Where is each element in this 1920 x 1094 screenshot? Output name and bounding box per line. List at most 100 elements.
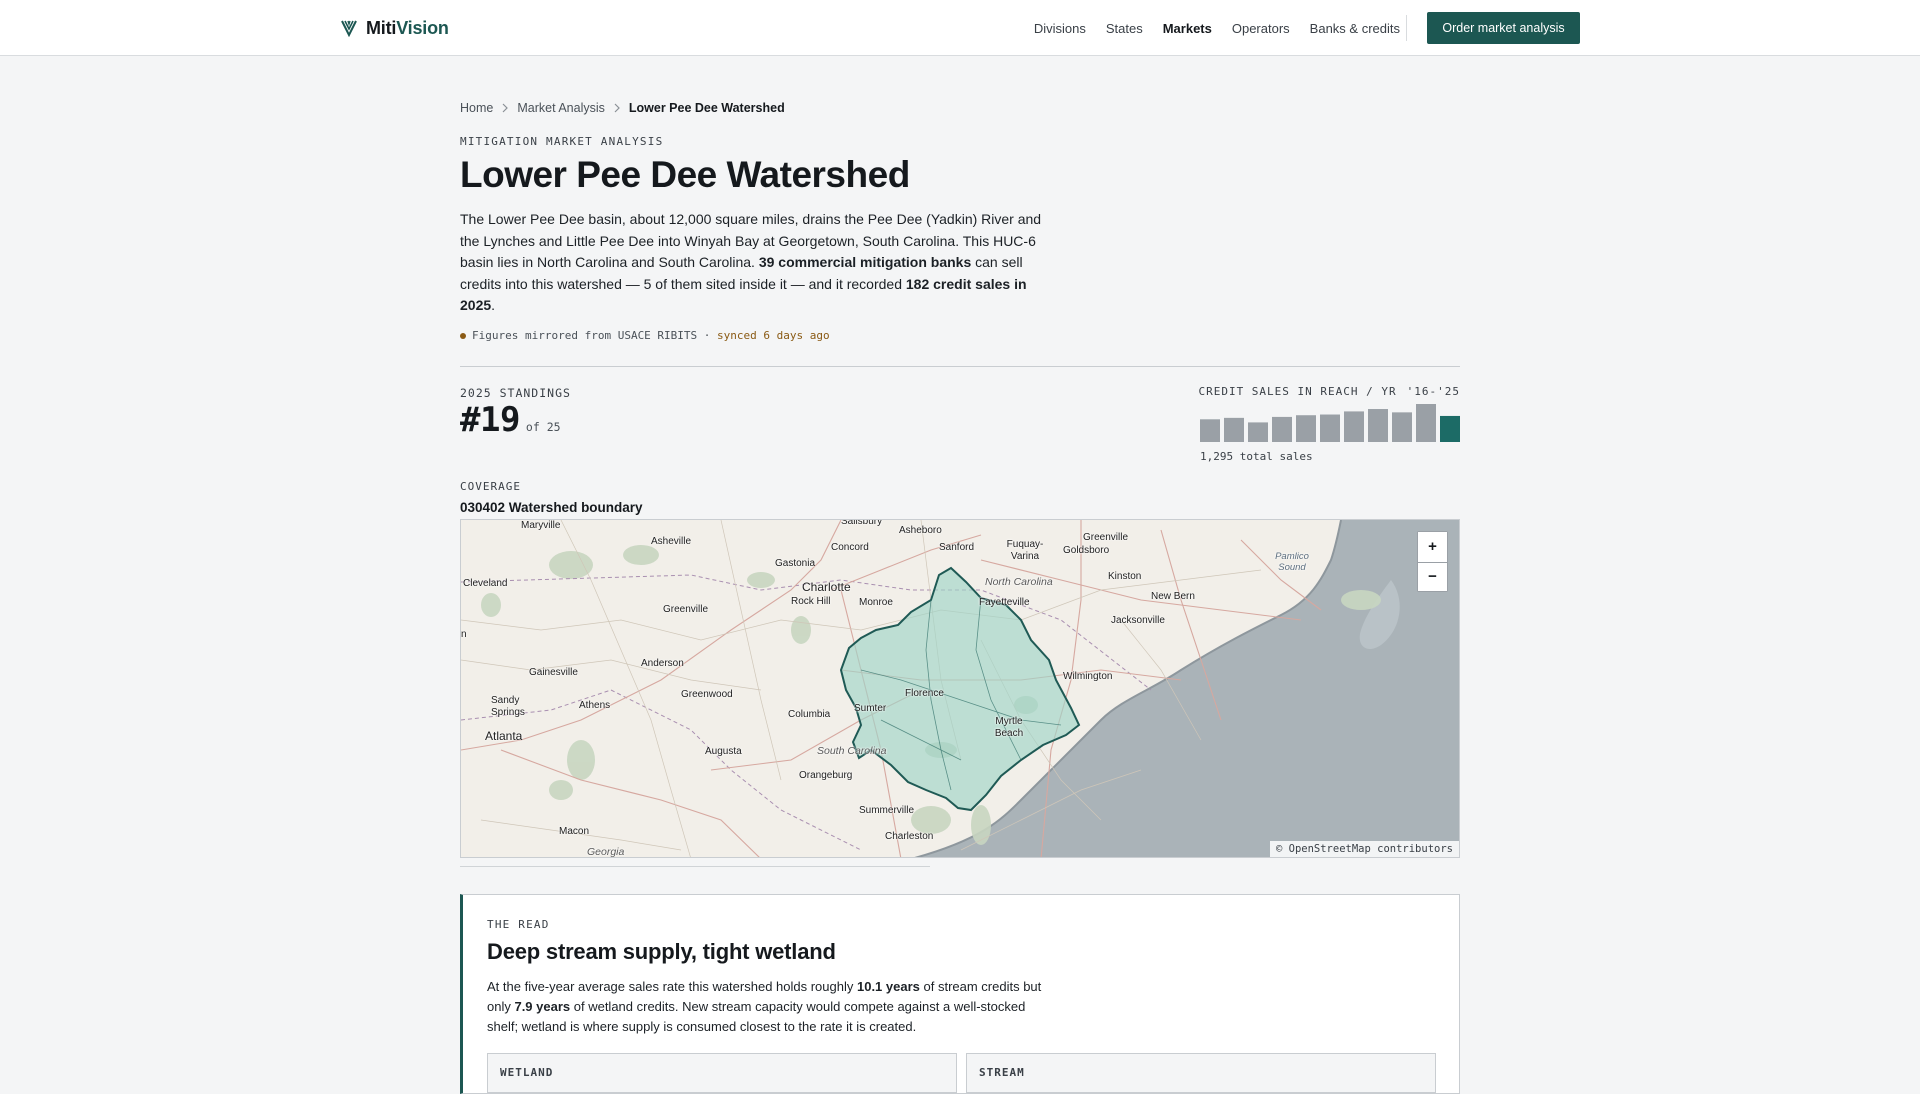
map-label-macon: Macon bbox=[559, 826, 590, 837]
zoom-out-button[interactable]: − bbox=[1418, 561, 1447, 591]
page-title: Lower Pee Dee Watershed bbox=[460, 154, 910, 195]
breadcrumb-home[interactable]: Home bbox=[460, 101, 493, 115]
zoom-in-button[interactable]: + bbox=[1418, 532, 1447, 562]
map-label-gastonia: Gastonia bbox=[775, 558, 816, 569]
map-label-myrtle-beach: Myrtle Beach bbox=[994, 716, 1024, 739]
map-label-florence: Florence bbox=[905, 688, 944, 699]
map-label-rock-hill: Rock Hill bbox=[791, 596, 831, 607]
sparkline-bar bbox=[1248, 422, 1268, 442]
standings-rank: #19 of 25 bbox=[460, 400, 561, 440]
map-label-sanford: Sanford bbox=[939, 542, 975, 553]
breadcrumb: Home Market Analysis Lower Pee Dee Water… bbox=[460, 101, 785, 115]
map-label-pamlico-sound: Pamlico Sound bbox=[1275, 551, 1309, 573]
sparkline-total: 1,295 total sales bbox=[1200, 450, 1313, 463]
map-label-concord: Concord bbox=[831, 542, 869, 553]
rank-of-total: of 25 bbox=[525, 420, 561, 434]
map-label-goldsboro: Goldsboro bbox=[1063, 545, 1110, 556]
map-zoom-control: + − bbox=[1417, 531, 1448, 592]
banks-count: 39 commercial mitigation banks bbox=[758, 254, 972, 271]
map-label-greenville-nc: Greenville bbox=[1083, 532, 1129, 543]
nav-link-markets[interactable]: Markets bbox=[1163, 21, 1212, 36]
section-divider bbox=[460, 366, 1460, 367]
sparkline-bar bbox=[1272, 416, 1292, 442]
sparkline-bar bbox=[1392, 412, 1412, 442]
map-label-asheboro: Asheboro bbox=[899, 525, 942, 536]
map-label-north-carolina: North Carolina bbox=[985, 576, 1053, 588]
stream-card-label: STREAM bbox=[979, 1066, 1025, 1079]
map-label-columbia: Columbia bbox=[788, 709, 831, 720]
logo-icon bbox=[341, 20, 357, 37]
map-label-charlotte: Charlotte bbox=[802, 580, 851, 594]
rank-number: #19 bbox=[460, 400, 520, 440]
the-read-card: THE READ Deep stream supply, tight wetla… bbox=[460, 894, 1460, 1094]
map-label-kinston: Kinston bbox=[1108, 571, 1142, 582]
card-title: Deep stream supply, tight wetland bbox=[487, 939, 836, 964]
map-attribution[interactable]: © OpenStreetMap contributors bbox=[1269, 841, 1459, 857]
logo[interactable]: MitiVision bbox=[340, 16, 449, 40]
nav-link-banks-credits[interactable]: Banks & credits bbox=[1310, 21, 1400, 36]
map-label-new-bern: New Bern bbox=[1151, 591, 1195, 602]
breadcrumb-current: Lower Pee Dee Watershed bbox=[628, 101, 785, 115]
map-label-atlanta: Atlanta bbox=[485, 729, 523, 743]
stream-card[interactable]: STREAM bbox=[966, 1053, 1436, 1093]
top-nav: MitiVision Divisions States Markets Oper… bbox=[0, 0, 1920, 56]
map-label-monroe: Monroe bbox=[859, 597, 893, 608]
map-label-greenwood: Greenwood bbox=[681, 689, 733, 700]
wetland-years: 7.9 years bbox=[514, 999, 571, 1014]
status-dot-icon bbox=[460, 332, 466, 339]
chevron-right-icon bbox=[614, 103, 620, 113]
map-label-edge: n bbox=[461, 629, 467, 640]
sparkline-bar bbox=[1224, 417, 1244, 442]
order-market-analysis-button[interactable]: Order market analysis bbox=[1427, 12, 1580, 44]
standings-label: 2025 STANDINGS bbox=[460, 386, 571, 400]
sync-status: Figures mirrored from USACE RIBITS · syn… bbox=[460, 329, 830, 342]
sparkline-bar bbox=[1368, 409, 1388, 442]
wetland-card-label: WETLAND bbox=[500, 1066, 554, 1079]
map-label-asheville: Asheville bbox=[651, 536, 692, 547]
map-label-salisbury: Salisbury bbox=[841, 519, 883, 527]
map-label-sandy-springs: Sandy Springs bbox=[491, 695, 525, 718]
sparkline-bar bbox=[1440, 415, 1460, 442]
sparkline-label: CREDIT SALES IN REACH / YR '16-'25 bbox=[1198, 385, 1460, 398]
logo-text: MitiVision bbox=[366, 17, 449, 38]
coverage-label: COVERAGE bbox=[460, 480, 521, 493]
map-label-gainesville: Gainesville bbox=[529, 667, 578, 678]
map-label-jacksonville: Jacksonville bbox=[1111, 615, 1165, 626]
map-label-sumter: Sumter bbox=[854, 703, 887, 714]
sparkline-bar bbox=[1344, 411, 1364, 442]
sparkline-bar bbox=[1200, 419, 1220, 442]
map-underline bbox=[460, 866, 930, 867]
intro-paragraph: The Lower Pee Dee basin, about 12,000 sq… bbox=[460, 211, 1042, 314]
nav-link-operators[interactable]: Operators bbox=[1232, 21, 1290, 36]
sparkline-bar bbox=[1416, 404, 1436, 442]
map-label-athens: Athens bbox=[579, 700, 611, 711]
nav-divider bbox=[1406, 15, 1407, 41]
chevron-right-icon bbox=[502, 103, 509, 113]
map-label-south-carolina: South Carolina bbox=[817, 745, 887, 757]
wetland-card[interactable]: WETLAND bbox=[487, 1053, 957, 1093]
nav-links: Divisions States Markets Operators Banks… bbox=[1034, 0, 1400, 56]
map-label-fayetteville: Fayetteville bbox=[979, 597, 1030, 608]
map-label-augusta: Augusta bbox=[705, 746, 742, 757]
map-label-maryville: Maryville bbox=[521, 520, 561, 531]
map-label-summerville: Summerville bbox=[859, 805, 915, 816]
sparkline-bar bbox=[1296, 415, 1316, 442]
map-label-orangeburg: Orangeburg bbox=[799, 770, 853, 781]
card-eyebrow: THE READ bbox=[487, 918, 550, 931]
map-label-georgia: Georgia bbox=[587, 846, 625, 858]
map-label-cleveland: Cleveland bbox=[463, 578, 508, 589]
coverage-title: 030402 Watershed boundary bbox=[460, 500, 643, 515]
map-label-greenville-sc: Greenville bbox=[663, 604, 709, 615]
map-label-fuquay-varina: Fuquay-Varina bbox=[1006, 539, 1044, 562]
nav-link-divisions[interactable]: Divisions bbox=[1034, 21, 1086, 36]
breadcrumb-market-analysis[interactable]: Market Analysis bbox=[517, 101, 605, 115]
map-label-charleston: Charleston bbox=[885, 831, 934, 842]
nav-link-states[interactable]: States bbox=[1106, 21, 1143, 36]
credit-sales-sparkline bbox=[1200, 404, 1460, 442]
page-eyebrow: MITIGATION MARKET ANALYSIS bbox=[460, 135, 664, 148]
map-label-wilmington: Wilmington bbox=[1063, 671, 1113, 682]
card-body: At the five-year average sales rate this… bbox=[487, 979, 1042, 1034]
sparkline-bar bbox=[1320, 414, 1340, 442]
watershed-map[interactable]: Maryville Asheville Salisbury Asheboro G… bbox=[460, 519, 1460, 858]
map-label-anderson: Anderson bbox=[641, 658, 684, 669]
